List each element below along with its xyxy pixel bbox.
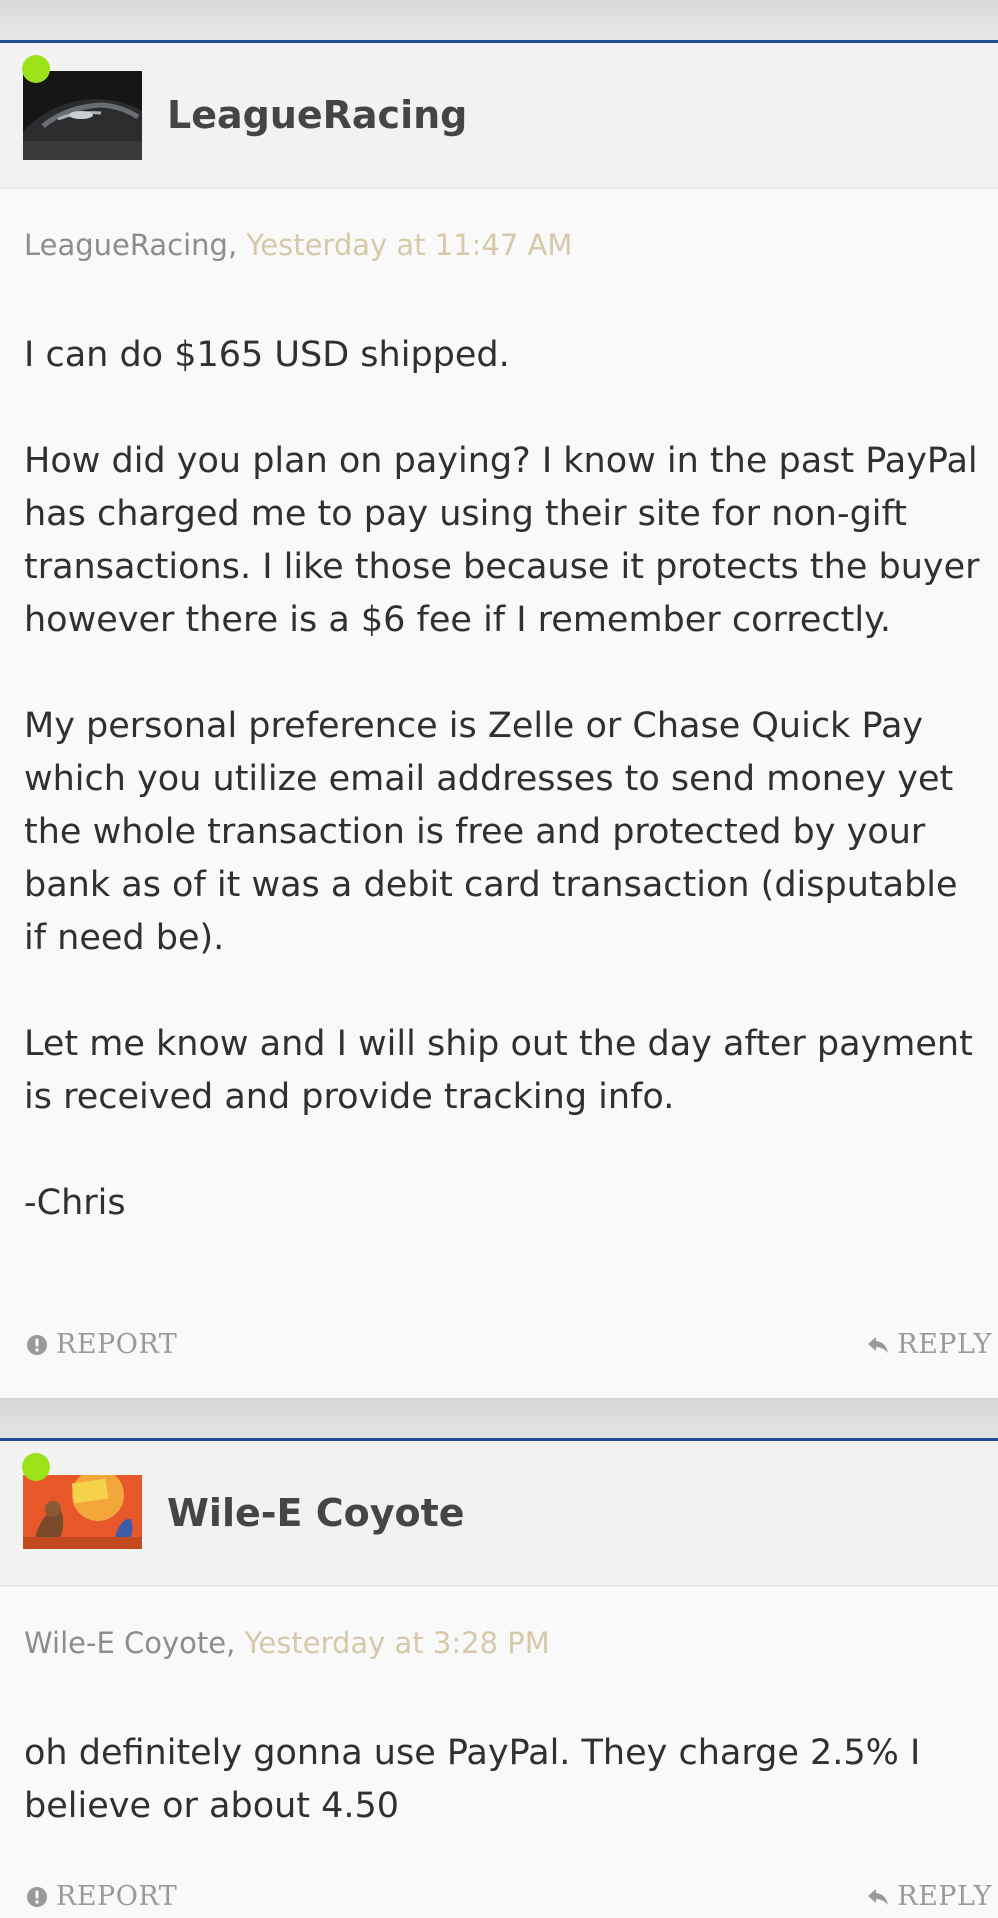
report-label: REPORT [56, 1329, 178, 1360]
post: Wile-E Coyote Wile-E Coyote, Yesterday a… [0, 1438, 998, 1918]
message-paragraph: Let me know and I will ship out the day … [24, 1024, 973, 1117]
top-strip [0, 0, 998, 40]
cartoon-avatar-image [23, 1475, 142, 1549]
post: LeagueRacing LeagueRacing, Yesterday at … [0, 40, 998, 1398]
message-paragraph: -Chris [24, 1183, 126, 1223]
alert-icon [27, 1886, 47, 1907]
report-button[interactable]: REPORT [26, 1881, 177, 1912]
report-label: REPORT [56, 1881, 178, 1912]
reply-button[interactable]: REPLY [867, 1881, 992, 1912]
online-status-indicator [22, 55, 50, 83]
report-button[interactable]: REPORT [26, 1329, 177, 1360]
post-meta: Wile-E Coyote, Yesterday at 3:28 PM [24, 1626, 550, 1660]
avatar[interactable] [23, 71, 142, 160]
message-body: I can do $165 USD shipped. How did you p… [24, 329, 984, 1230]
message-body: oh definitely gonna use PayPal. They cha… [24, 1727, 984, 1833]
message-paragraph: I can do $165 USD shipped. [24, 335, 510, 375]
username[interactable]: LeagueRacing [167, 93, 467, 137]
online-status-indicator [22, 1453, 50, 1481]
meta-author[interactable]: Wile-E Coyote, [24, 1626, 235, 1660]
reply-button[interactable]: REPLY [867, 1329, 992, 1360]
meta-author[interactable]: LeagueRacing, [24, 228, 237, 262]
car-avatar-image [23, 71, 142, 160]
avatar[interactable] [23, 1475, 142, 1549]
post-meta: LeagueRacing, Yesterday at 11:47 AM [24, 228, 572, 262]
message-paragraph: oh definitely gonna use PayPal. They cha… [24, 1733, 921, 1826]
reply-arrow-icon [868, 1888, 889, 1905]
post-header: Wile-E Coyote [0, 1441, 998, 1587]
alert-icon [27, 1334, 47, 1355]
post-header: LeagueRacing [0, 43, 998, 189]
meta-timestamp[interactable]: Yesterday at 3:28 PM [245, 1626, 550, 1660]
message-paragraph: How did you plan on paying? I know in th… [24, 441, 980, 640]
reply-label: REPLY [897, 1881, 992, 1912]
reply-arrow-icon [868, 1336, 889, 1353]
reply-label: REPLY [897, 1329, 992, 1360]
meta-timestamp[interactable]: Yesterday at 11:47 AM [246, 228, 572, 262]
username[interactable]: Wile-E Coyote [167, 1491, 465, 1535]
message-paragraph: My personal preference is Zelle or Chase… [24, 706, 958, 958]
post-separator [0, 1398, 998, 1438]
